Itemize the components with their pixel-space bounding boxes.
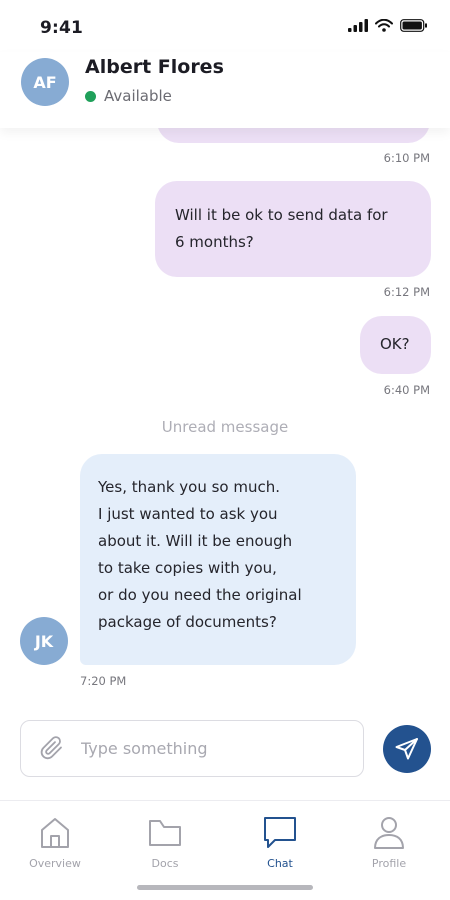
message-text-line: about it. Will it be enough [98, 532, 293, 550]
message-text-line: 6 months? [175, 233, 254, 251]
message-text-line: Will it be ok to send data for [175, 206, 388, 224]
cellular-signal-icon [348, 19, 368, 32]
message-text-line: OK? [380, 335, 410, 353]
chat-header: AF Albert Flores Available [0, 52, 450, 128]
online-dot-icon [85, 90, 96, 102]
message-timestamp: 6:12 PM [383, 285, 430, 299]
contact-avatar[interactable]: AF [21, 58, 69, 106]
tab-chat[interactable]: Chat [235, 815, 325, 870]
message-text-line: package of documents? [98, 613, 277, 631]
tab-label: Docs [151, 857, 179, 870]
tab-overview[interactable]: Overview [10, 815, 100, 870]
tab-label: Chat [267, 857, 293, 870]
message-list[interactable]: 6:10 PM Will it be ok to send data for 6… [0, 128, 450, 708]
unread-divider: Unread message [161, 418, 289, 436]
message-timestamp: 6:10 PM [383, 151, 430, 165]
home-indicator[interactable] [137, 885, 313, 890]
tab-docs[interactable]: Docs [120, 815, 210, 870]
folder-icon [149, 820, 181, 846]
send-button[interactable] [383, 725, 431, 773]
status-time: 9:41 [40, 18, 84, 38]
message-timestamp: 6:40 PM [383, 383, 430, 397]
contact-name[interactable]: Albert Flores [85, 56, 224, 78]
person-icon [374, 817, 404, 849]
message-composer [20, 720, 364, 777]
battery-icon [400, 19, 427, 32]
message-input[interactable] [81, 721, 351, 776]
status-icons [348, 19, 428, 32]
tab-profile[interactable]: Profile [344, 815, 434, 870]
message-timestamp: 7:20 PM [80, 674, 127, 688]
sender-avatar[interactable]: JK [20, 617, 68, 665]
status-bar: 9:41 [0, 0, 450, 52]
message-text-line: Yes, thank you so much. [98, 478, 281, 496]
tab-label: Profile [371, 857, 407, 870]
send-arrow-icon [395, 738, 418, 760]
message-bubble-incoming[interactable]: Yes, thank you so much. I just wanted to… [80, 454, 356, 665]
chat-bubble-icon [264, 817, 296, 848]
message-bubble-outgoing[interactable]: OK? [360, 316, 431, 374]
message-text-line: I just wanted to ask you [98, 505, 278, 523]
presence-label: Available [104, 87, 172, 105]
message-text-line: or do you need the original [98, 586, 302, 604]
home-icon [41, 818, 69, 848]
presence-status: Available [85, 87, 172, 105]
message-text-line: to take copies with you, [98, 559, 277, 577]
tab-label: Overview [29, 857, 81, 870]
message-bubble-outgoing[interactable]: Will it be ok to send data for 6 months? [155, 181, 431, 277]
wifi-icon [375, 19, 393, 32]
paperclip-icon[interactable] [39, 735, 67, 763]
message-bubble-outgoing[interactable] [157, 128, 430, 143]
